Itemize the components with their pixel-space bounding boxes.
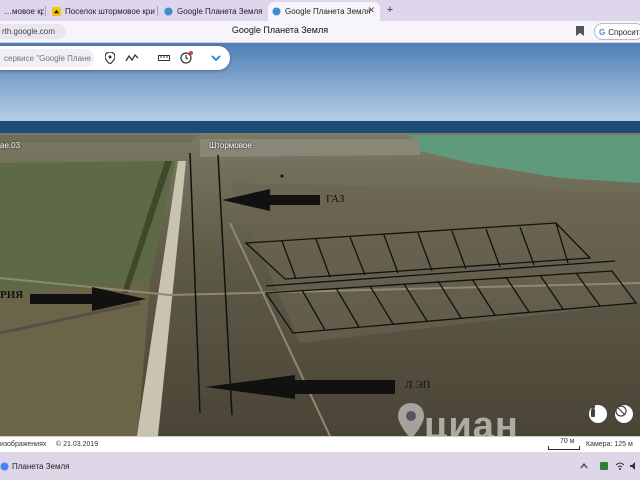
earth-favicon-icon <box>164 7 173 16</box>
scale-bar <box>548 446 580 450</box>
ask-button-label: Спросить <box>608 28 640 37</box>
watermark-brand: циан <box>424 405 519 436</box>
bookmark-icon[interactable] <box>576 26 584 36</box>
tab-2[interactable]: Поселок штормовое кри <box>48 2 156 21</box>
status-bar: изображениях © 21.03.2019 70 м Камера: 1… <box>0 436 640 453</box>
taskbar-window-title[interactable]: Планета Земля <box>12 462 70 471</box>
tab-1-label: …мовое кри <box>4 7 44 16</box>
location-pin-icon <box>398 403 424 436</box>
draw-path-icon[interactable] <box>124 50 140 66</box>
chevron-up-icon[interactable] <box>580 462 588 470</box>
search-input[interactable] <box>0 49 94 67</box>
satellite-imagery <box>0 43 640 436</box>
scale-label: 70 м <box>560 438 575 445</box>
tray-app-icon[interactable] <box>600 462 608 470</box>
tab-4-active[interactable]: Google Планета Земля ✕ <box>268 2 380 21</box>
imagery-link[interactable]: изображениях <box>0 441 46 448</box>
ask-button[interactable]: GСпросить <box>594 23 640 40</box>
tab-1[interactable]: …мовое кри <box>0 2 44 21</box>
url-field[interactable]: rth.google.com <box>0 24 66 39</box>
chevron-down-icon[interactable] <box>208 50 224 66</box>
tab-separator <box>157 6 158 16</box>
satellite-map[interactable]: Штормовое ае.03 ГАЗ РИЯ Л ЭП циан ID 317… <box>0 43 640 436</box>
earth-app-icon <box>0 462 9 471</box>
speaker-icon[interactable] <box>630 462 638 470</box>
imagery-date: © 21.03.2019 <box>56 441 99 448</box>
address-bar: rth.google.com Google Планета Земля G Спр… <box>0 21 640 43</box>
tab-4-label: Google Планета Земля <box>285 7 371 16</box>
close-tab-icon[interactable]: ✕ <box>367 5 375 16</box>
earth-toolbar <box>0 46 230 70</box>
coord-label: ае.03 <box>0 141 21 150</box>
pegman-icon[interactable] <box>589 405 607 423</box>
google-g-icon: G <box>599 28 606 37</box>
tab-2-label: Поселок штормовое кри <box>65 7 155 16</box>
location-pin-icon[interactable] <box>102 50 118 66</box>
village-label: Штормовое <box>209 141 252 150</box>
earth-favicon-icon <box>272 7 281 16</box>
power-line-annotation: Л ЭП <box>405 379 431 391</box>
tab-separator <box>45 6 46 16</box>
ruler-icon[interactable] <box>156 50 172 66</box>
tab-3[interactable]: Google Планета Земля <box>160 2 264 21</box>
left-arrow-annotation: РИЯ <box>0 289 24 301</box>
taskbar: Планета Земля <box>0 452 640 480</box>
compass-icon[interactable] <box>615 405 633 423</box>
history-icon[interactable] <box>178 50 194 66</box>
tab-strip: …мовое кри Поселок штормовое кри Google … <box>0 0 640 21</box>
wifi-icon[interactable] <box>616 462 624 470</box>
tab-3-label: Google Планета Земля <box>177 7 263 16</box>
page-title: Google Планета Земля <box>231 25 329 35</box>
gas-annotation: ГАЗ <box>326 193 345 205</box>
camera-altitude: Камера: 125 м <box>586 441 633 448</box>
yandex-favicon-icon <box>52 7 61 16</box>
new-tab-button[interactable]: + <box>383 3 397 17</box>
